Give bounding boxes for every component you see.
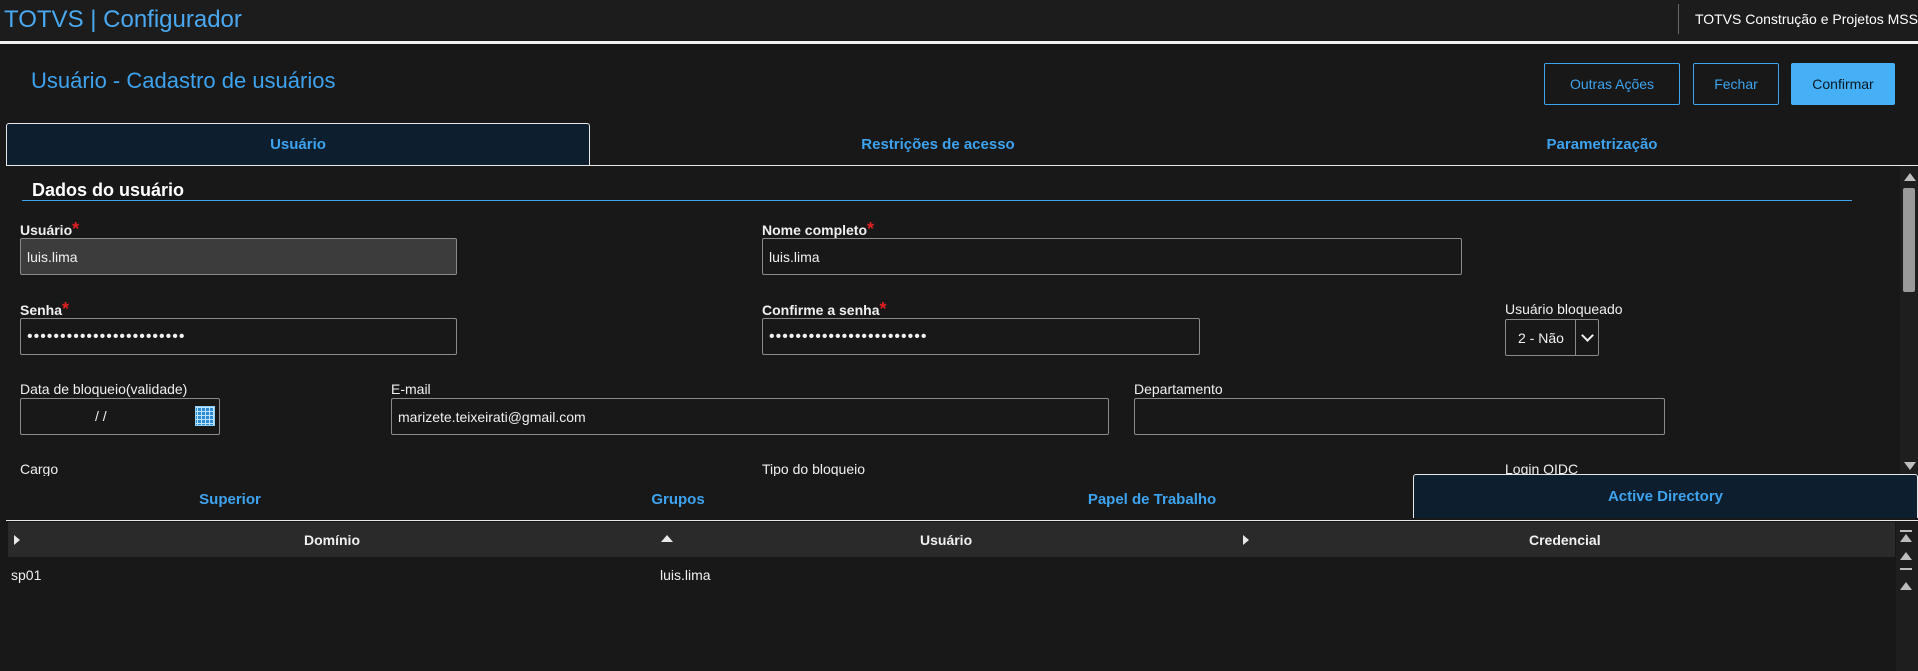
grid-top-border [6,520,1918,521]
tab-grupos[interactable]: Grupos [454,476,902,522]
tab-parametrizacao[interactable]: Parametrização [1286,123,1918,165]
chevron-down-icon[interactable] [1575,320,1598,355]
blocked-label: Usuário bloqueado [1505,301,1623,317]
expand-icon[interactable] [14,535,20,545]
blocked-select[interactable]: 2 - Não [1505,319,1599,356]
block-date-field[interactable]: / / [20,398,220,435]
section-title: Dados do usuário [32,180,185,200]
scrollbar-thumb[interactable] [1903,188,1915,292]
cell-user: luis.lima [660,567,711,583]
tab-papel-trabalho[interactable]: Papel de Trabalho [902,476,1402,522]
user-form: Dados do usuário Usuário* Nome completo*… [6,166,1900,476]
confirm-button[interactable]: Confirmar [1791,63,1895,105]
column-header-usuario[interactable]: Usuário [920,532,972,548]
form-scrollbar[interactable] [1900,166,1918,476]
block-date-value: / / [95,408,107,424]
other-actions-button[interactable]: Outras Ações [1544,63,1680,105]
page-title: Usuário - Cadastro de usuários [31,68,336,93]
scroll-top-icon[interactable] [1900,530,1912,532]
main-tabs: Usuário Restrições de acesso Parametriza… [6,123,1918,166]
required-mark: * [879,299,887,319]
tab-restricoes-acesso[interactable]: Restrições de acesso [590,123,1286,165]
user-field[interactable] [20,238,457,275]
required-mark: * [72,219,80,239]
user-label: Usuário* [20,219,80,239]
confirm-password-field[interactable] [762,318,1200,355]
calendar-icon[interactable] [195,406,215,426]
section-divider [22,200,1852,201]
email-field[interactable] [391,398,1109,435]
password-label: Senha* [20,299,70,319]
email-label: E-mail [391,381,431,397]
close-button[interactable]: Fechar [1693,63,1779,105]
top-bar: TOTVS | Configurador TOTVS Construção e … [0,0,1918,44]
grid-header: Domínio Usuário Credencial [8,522,1895,557]
scroll-up-icon[interactable] [1900,582,1912,590]
scroll-top-arrow-icon[interactable] [1900,534,1912,542]
scroll-up-icon[interactable] [1904,173,1916,181]
full-name-field[interactable] [762,238,1462,275]
block-type-label: Tipo do bloqueio [762,461,866,476]
block-date-label: Data de bloqueio(validade) [20,381,188,397]
tab-superior[interactable]: Superior [6,476,454,522]
page-up-icon[interactable] [1900,552,1912,560]
cell-domain: sp01 [11,567,42,583]
blocked-value: 2 - Não [1518,330,1564,346]
page-up-bar-icon [1900,568,1912,570]
confirm-password-label: Confirme a senha* [762,299,887,319]
app-title: TOTVS | Configurador [4,6,242,33]
company-name[interactable]: TOTVS Construção e Projetos MSS [1677,4,1918,34]
required-mark: * [867,219,875,239]
department-field[interactable] [1134,398,1665,435]
sub-tabs: Superior Grupos Papel de Trabalho Active… [6,474,1918,522]
tab-usuario[interactable]: Usuário [6,123,590,165]
column-header-credencial[interactable]: Credencial [1529,532,1601,548]
scroll-down-icon[interactable] [1904,462,1916,470]
sort-asc-icon[interactable] [661,535,673,542]
expand-icon[interactable] [1243,535,1249,545]
department-label: Departamento [1134,381,1223,397]
grid-scrollbar[interactable] [1896,522,1918,671]
role-label: Cargo [20,461,59,476]
tab-active-directory[interactable]: Active Directory [1413,474,1918,518]
column-header-dominio[interactable]: Domínio [304,532,360,548]
password-field[interactable] [20,318,457,355]
required-mark: * [62,299,70,319]
full-name-label: Nome completo* [762,219,875,239]
table-row[interactable]: sp01 luis.lima [8,557,1895,592]
